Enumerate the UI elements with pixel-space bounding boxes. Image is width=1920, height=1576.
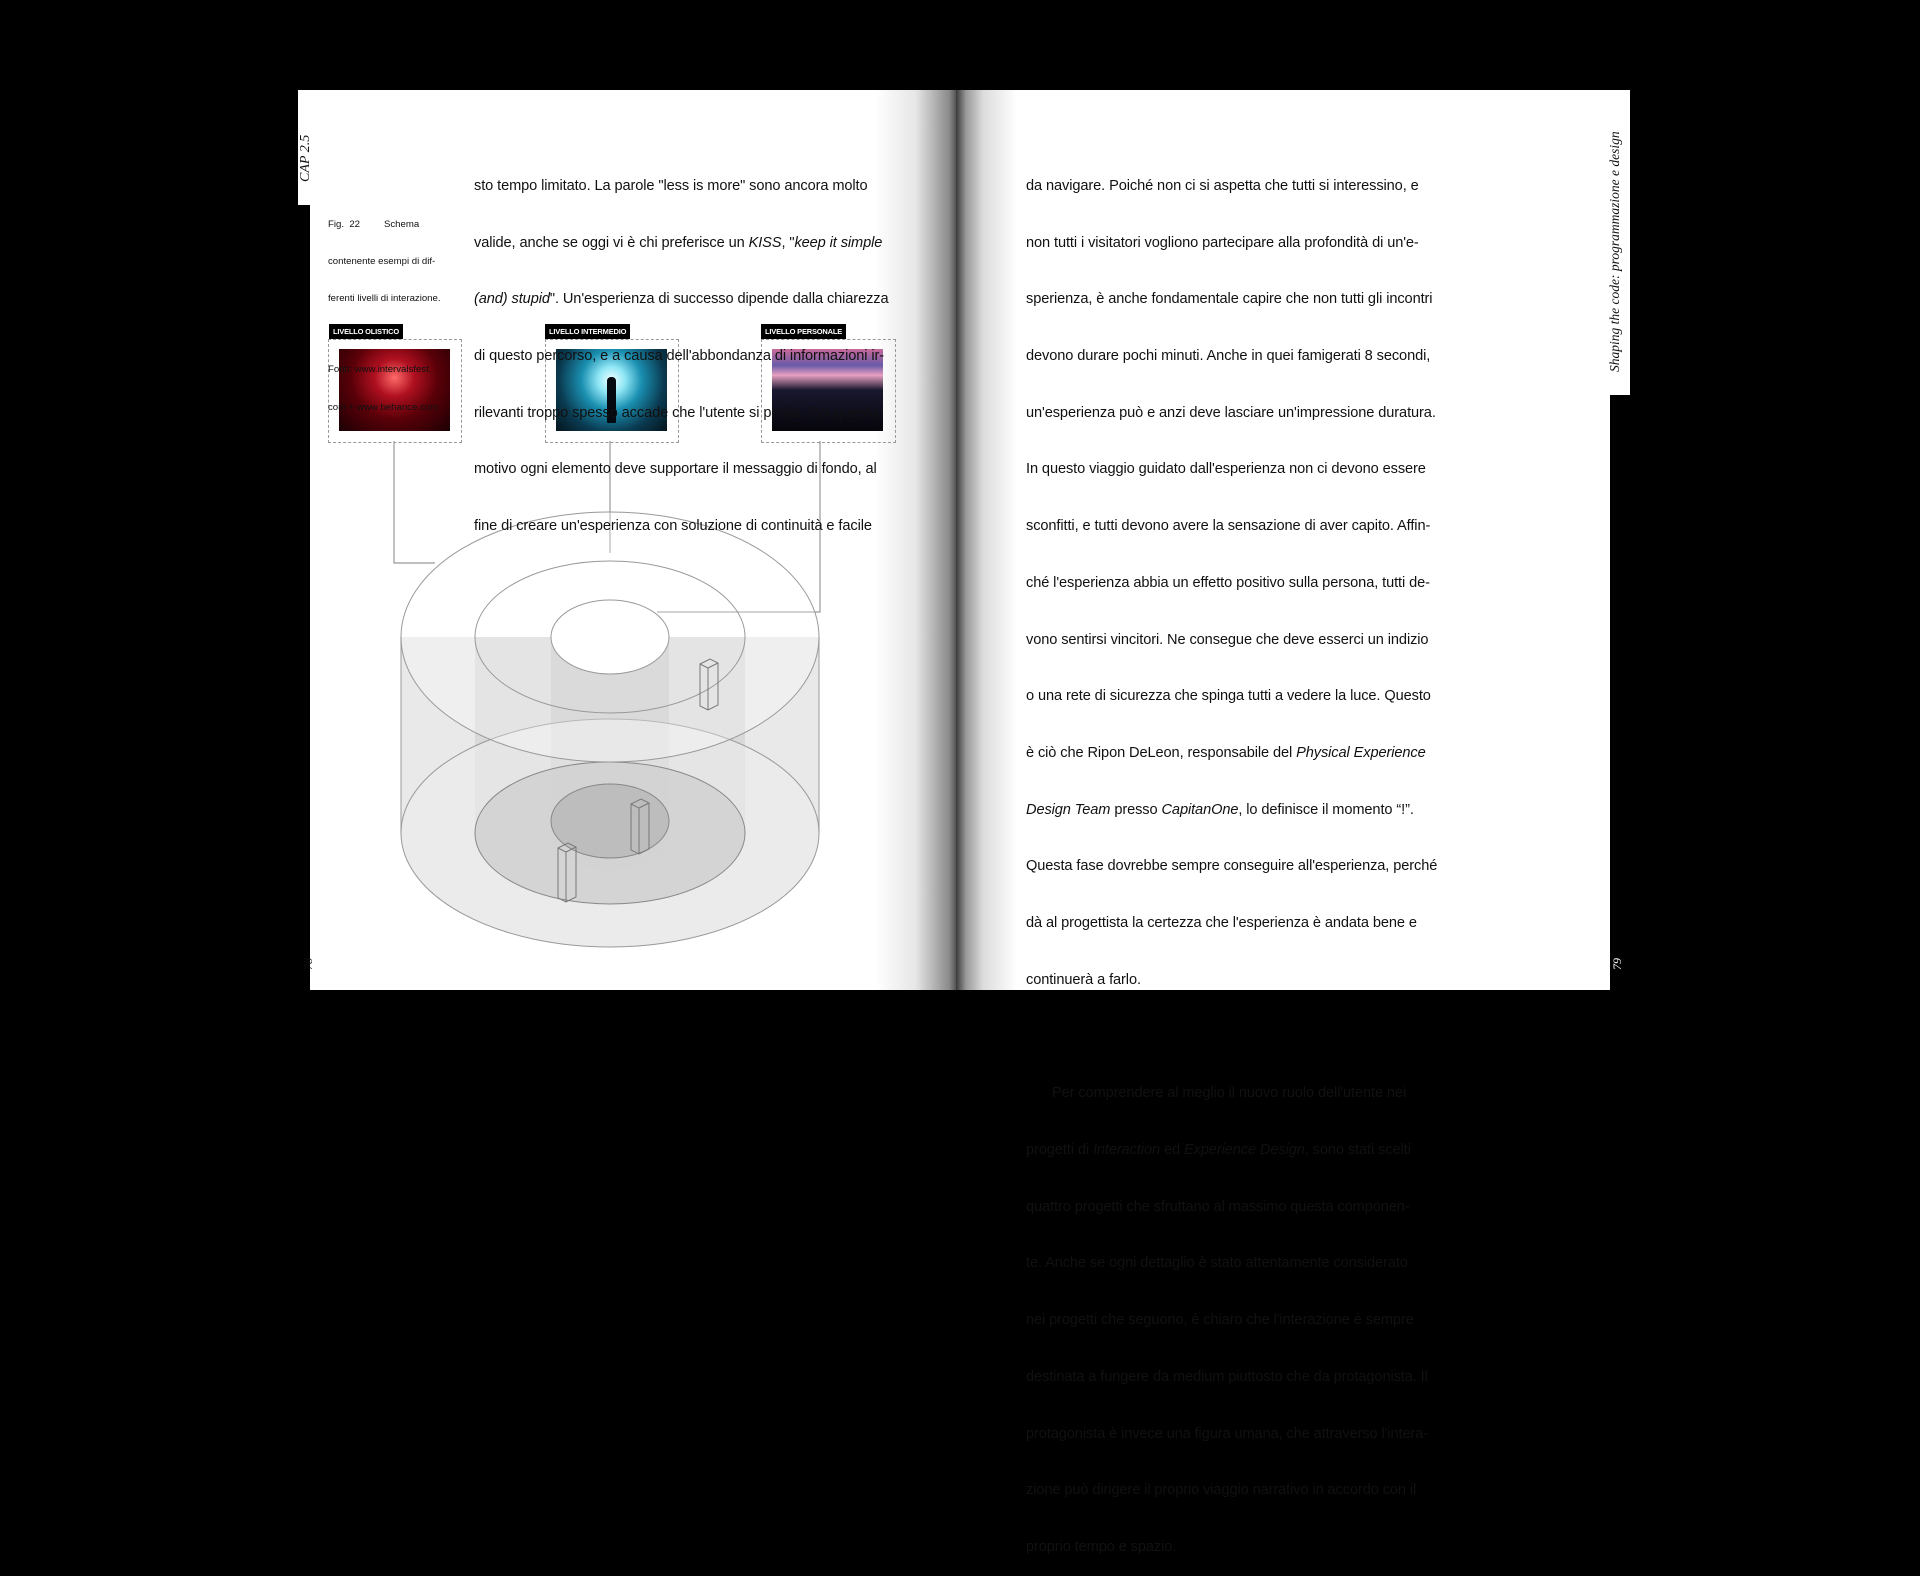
level-label-olistico: LIVELLO OLISTICO [329, 324, 403, 339]
text-line: (and) stupid". Un'esperienza di successo… [474, 291, 889, 308]
level-label-personale: LIVELLO PERSONALE [761, 324, 847, 339]
text-line: o una rete di sicurezza che spinga tutti… [1026, 688, 1431, 705]
text-line: è ciò che Ripon DeLeon, responsabile del… [1026, 745, 1426, 761]
text-line: valide, anche se oggi vi è chi preferisc… [474, 234, 883, 251]
text-line: nei progetti che seguono, è chiaro che l… [1026, 1312, 1414, 1329]
text-line: proprio tempo e spazio. [1026, 1539, 1177, 1556]
chapter-label: CAP 2.5 [298, 134, 313, 182]
caption-line: ferenti livelli di interazione. [328, 293, 441, 305]
right-body-text: da navigare. Poiché non ci si aspetta ch… [1026, 139, 1437, 1576]
running-head: Shaping the code: programmazione e desig… [1607, 131, 1622, 372]
left-edge-bar-wide [284, 205, 310, 990]
page-number-left: 78 [301, 958, 315, 970]
page-number-right: 79 [1610, 958, 1624, 970]
text-line: Questa fase dovrebbe sempre conseguire a… [1026, 858, 1438, 875]
text-line: devono durare pochi minuti. Anche in que… [1026, 347, 1431, 364]
text-line: un'esperienza può e anzi deve lasciare u… [1026, 404, 1436, 421]
level-label-intermedio: LIVELLO INTERMEDIO [545, 324, 631, 339]
text-line: Design Team presso CapitanOne, lo defini… [1026, 801, 1414, 818]
text-line: continuerà a farlo. [1026, 971, 1141, 988]
text-line: da navigare. Poiché non ci si aspetta ch… [1026, 177, 1419, 194]
text-line: protagonista è invece una figura umana, … [1026, 1425, 1429, 1442]
text-line: vono sentirsi vincitori. Ne consegue che… [1026, 631, 1429, 648]
text-line: quattro progetti che sfruttano al massim… [1026, 1198, 1410, 1215]
text-line: sconfitti, e tutti devono avere la sensa… [1026, 518, 1431, 535]
right-edge-bar-wide [1610, 395, 1636, 990]
caption-line: contenente esempi di dif- [328, 256, 436, 268]
caption-fig: Fig. 22 Schema [328, 218, 420, 230]
left-body-text: sto tempo limitato. La parole "less is m… [474, 139, 889, 555]
text-line: dà al progettista la certezza che l'espe… [1026, 915, 1417, 932]
text-line: sperienza, è anche fondamentale capire c… [1026, 291, 1433, 308]
text-line: motivo ogni elemento deve supportare il … [474, 461, 877, 478]
text-line: di questo percorso, e a causa dell'abbon… [474, 347, 885, 364]
caption-source: com + www behance.com [328, 401, 439, 413]
text-line: Per comprendere al meglio il nuovo ruolo… [1052, 1085, 1407, 1102]
text-line: rilevanti troppo spesso accade che l'ute… [474, 404, 878, 421]
figure-caption: Fig. 22 Schema contenente esempi di dif-… [328, 194, 441, 426]
caption-source: Fonti: www.intervalsfest. [328, 364, 432, 376]
text-line: In questo viaggio guidato dall'esperienz… [1026, 461, 1426, 478]
text-line: zione può dirigere il proprio viaggio na… [1026, 1482, 1417, 1499]
text-line: fine di creare un'esperienza con soluzio… [474, 518, 872, 535]
text-line: te. Anche se ogni dettaglio è stato atte… [1026, 1255, 1408, 1272]
text-line: progetti di Interaction ed Experience De… [1026, 1142, 1411, 1159]
text-line: sto tempo limitato. La parole "less is m… [474, 177, 868, 194]
text-line: ché l'esperienza abbia un effetto positi… [1026, 574, 1430, 591]
text-line: destinata a fungere da medium piuttosto … [1026, 1368, 1428, 1385]
text-line: non tutti i visitatori vogliono partecip… [1026, 234, 1419, 251]
